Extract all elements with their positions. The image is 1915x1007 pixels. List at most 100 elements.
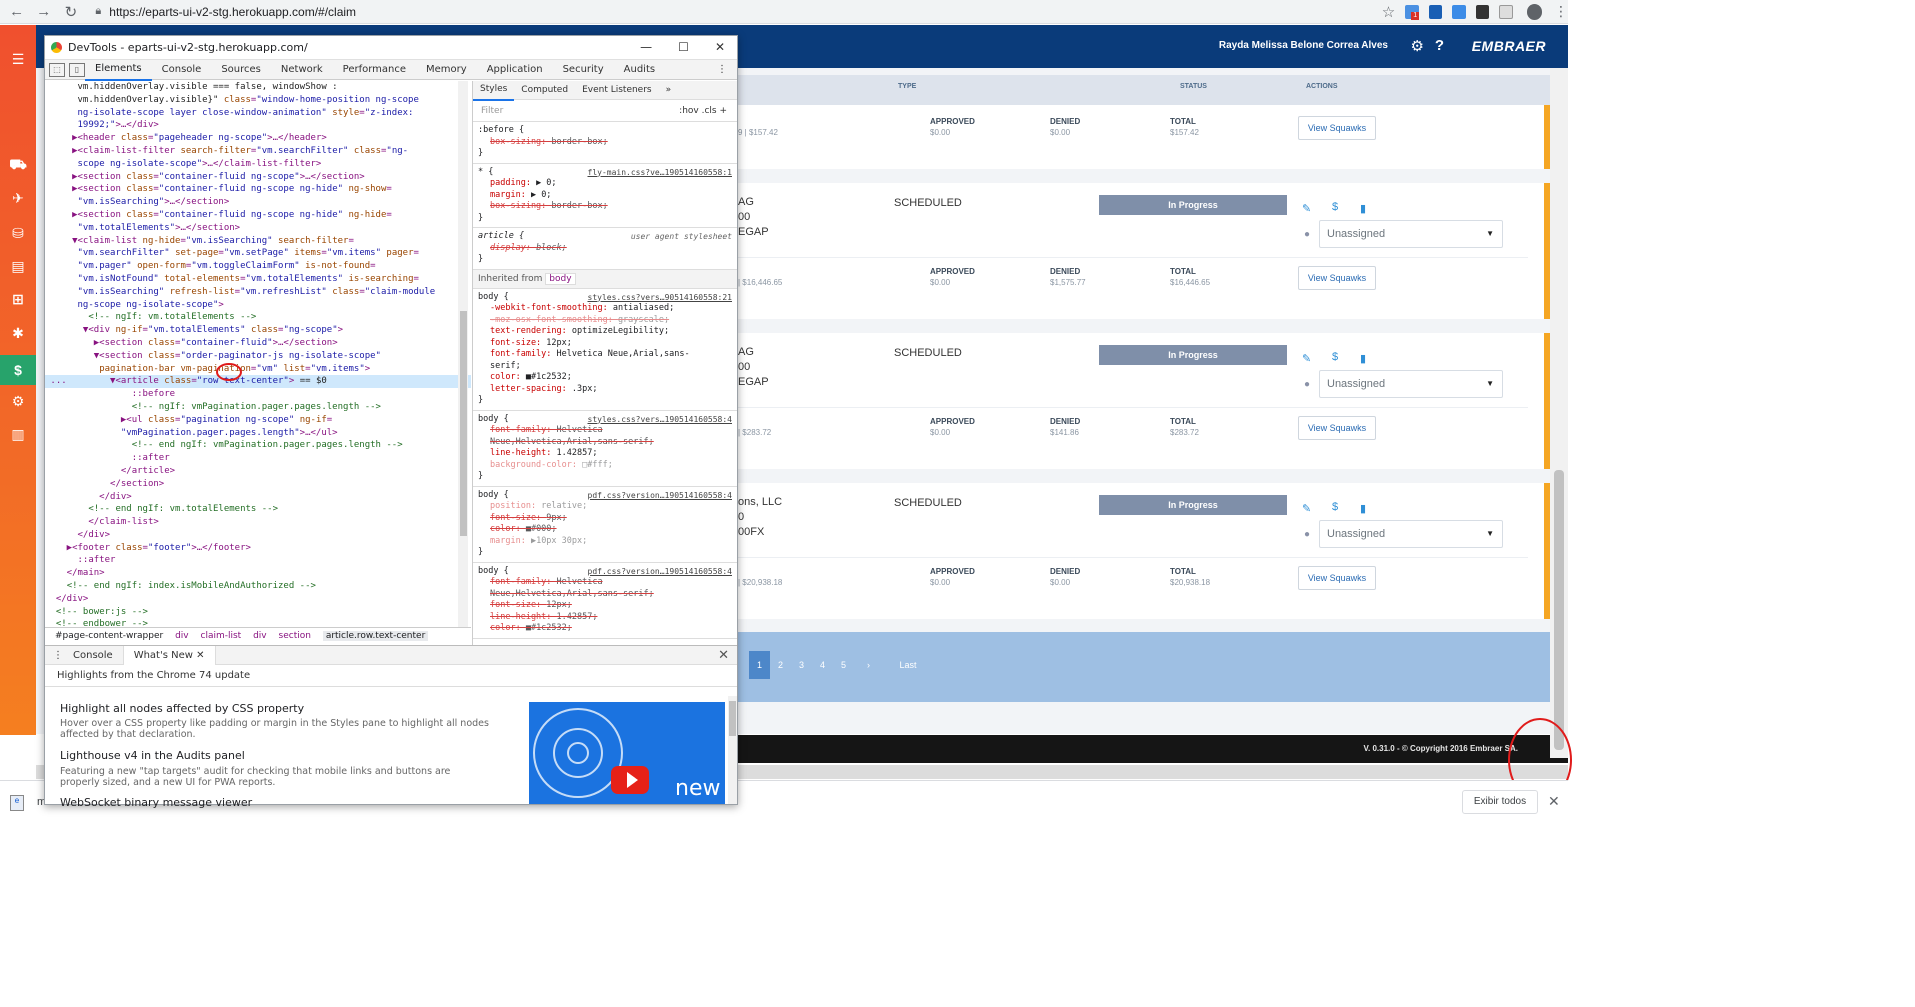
tab-sources[interactable]: Sources [211,60,271,80]
page-last-button[interactable]: Last [890,651,926,679]
view-squawks-button[interactable]: View Squawks [1298,116,1376,140]
css-source-link[interactable]: pdf.css?version…190514160558:4 [588,566,733,578]
breadcrumb[interactable]: div [175,631,189,641]
forward-arrow-icon[interactable]: → [33,1,54,23]
page-next-button[interactable]: › [858,651,879,679]
breadcrumb[interactable]: claim-list [201,631,242,641]
tab-event-listeners[interactable]: Event Listeners [575,81,659,100]
page-button-2[interactable]: 2 [770,651,791,679]
whats-new-item-title[interactable]: Highlight all nodes affected by CSS prop… [60,702,304,715]
extension-icon-5[interactable] [1499,4,1513,19]
page-button-1[interactable]: 1 [749,651,770,679]
view-squawks-button[interactable]: View Squawks [1298,266,1376,290]
css-source-link[interactable]: fly-main.css?ve…190514160558:1 [588,167,733,179]
css-source-link[interactable]: styles.css?vers…190514160558:4 [588,414,733,426]
whats-new-video-thumbnail[interactable]: new [529,702,725,804]
assignee-select[interactable]: Unassigned ▼ [1319,520,1503,548]
book-icon[interactable]: ▮ [1360,352,1366,365]
page-scroll-thumb[interactable] [1554,470,1564,750]
styles-filter-toggles[interactable]: :hov .cls + [679,106,727,116]
page-button-4[interactable]: 4 [812,651,833,679]
denied-label: DENIED [1050,417,1081,426]
elements-dom-tree[interactable]: vm.hiddenOverlay.visible === false, wind… [45,81,471,627]
file-icon[interactable]: e [10,795,24,811]
whats-new-item-title[interactable]: WebSocket binary message viewer [60,796,252,809]
tab-computed[interactable]: Computed [514,81,575,100]
device-toolbar-icon[interactable]: ▯ [69,62,85,77]
tab-console[interactable]: Console [152,60,212,80]
drawer-tab-console[interactable]: Console [63,646,123,665]
tab-elements[interactable]: Elements [85,59,152,81]
tab-styles[interactable]: Styles [473,81,515,101]
css-source-link[interactable]: styles.css?vers…90514160558:21 [588,292,733,304]
extension-icon[interactable]: 1 [1405,4,1420,20]
view-squawks-button[interactable]: View Squawks [1298,416,1376,440]
tab-memory[interactable]: Memory [416,60,477,80]
dollar-icon[interactable]: $ [1332,351,1338,363]
dom-scroll-thumb[interactable] [460,311,467,536]
selected-dom-node[interactable]: ... ▼<article class="row text-center"> =… [45,375,471,389]
close-tab-icon[interactable]: ✕ [196,650,204,661]
devtools-menu-icon[interactable]: ⋮ [717,64,727,75]
styles-filter[interactable]: Filter :hov .cls + [473,100,737,122]
briefcase-icon[interactable]: ⊞ [10,291,26,307]
tab-network[interactable]: Network [271,60,333,80]
show-all-button[interactable]: Exibir todos [1462,790,1538,814]
bookmark-star-icon[interactable]: ☆ [1382,3,1395,21]
settings-gear-icon[interactable]: ⚙ [1411,37,1424,55]
breadcrumb[interactable]: #page-content-wrapper [55,631,163,641]
page-button-3[interactable]: 3 [791,651,812,679]
airplane-icon[interactable]: ✈ [10,190,26,206]
minimize-icon[interactable]: — [640,40,652,54]
reload-icon[interactable]: ↻ [60,1,81,23]
ux-extension-icon[interactable] [1475,4,1490,19]
css-source-link[interactable]: pdf.css?version…190514160558:4 [588,490,733,502]
page-button-5[interactable]: 5 [833,651,854,679]
tab-more[interactable]: » [659,81,679,100]
whats-new-item-title[interactable]: Lighthouse v4 in the Audits panel [60,749,245,762]
tab-security[interactable]: Security [553,60,614,80]
bar-chart-icon[interactable]: ▥ [10,426,26,442]
cart-icon[interactable]: ⛁ [10,225,26,241]
tab-performance[interactable]: Performance [333,60,416,80]
breadcrumb[interactable]: article.row.text-center [322,631,429,641]
extension-icon-2[interactable] [1428,4,1443,19]
back-arrow-icon[interactable]: ← [6,1,27,23]
breadcrumb[interactable]: div [253,631,267,641]
drawer-scroll-thumb[interactable] [729,701,736,736]
drawer-menu-icon[interactable]: ⋮ [53,650,63,661]
book-icon[interactable]: ▮ [1360,502,1366,515]
user-name[interactable]: Rayda Melissa Belone Correa Alves [1219,40,1388,51]
close-icon[interactable]: ✕ [715,40,725,54]
view-squawks-button[interactable]: View Squawks [1298,566,1376,590]
edit-pencil-icon[interactable]: ✎ [1302,502,1311,515]
edit-pencil-icon[interactable]: ✎ [1302,352,1311,365]
breadcrumb[interactable]: section [279,631,311,641]
book-icon[interactable]: ▮ [1360,202,1366,215]
tab-application[interactable]: Application [477,60,553,80]
dollar-icon[interactable]: $ [10,362,26,378]
tab-audits[interactable]: Audits [614,60,665,80]
profile-avatar[interactable] [1526,3,1542,20]
hamburger-menu-icon[interactable]: ☰ [10,51,26,67]
document-icon[interactable]: ▤ [10,258,26,274]
translate-extension-icon[interactable] [1452,4,1466,19]
gears-icon[interactable]: ⚙ [10,393,26,409]
maximize-icon[interactable]: ☐ [678,40,689,54]
dollar-icon[interactable]: $ [1332,201,1338,213]
close-icon[interactable]: ✕ [1548,793,1560,810]
drawer-tab-whats-new[interactable]: What's New ✕ [122,645,216,665]
edit-pencil-icon[interactable]: ✎ [1302,202,1311,215]
styles-filter-input[interactable]: Filter [481,106,503,116]
help-icon[interactable]: ? [1435,37,1444,54]
inherited-tag[interactable]: body [545,272,576,285]
assignee-select[interactable]: Unassigned ▼ [1319,370,1503,398]
inspect-element-icon[interactable]: ⬚ [49,62,65,77]
assignee-select[interactable]: Unassigned ▼ [1319,220,1503,248]
close-drawer-icon[interactable]: ✕ [718,648,729,663]
truck-icon[interactable]: ⛟ [9,156,27,173]
puzzle-icon[interactable]: ✱ [10,325,26,341]
dollar-icon[interactable]: $ [1332,501,1338,513]
address-bar[interactable]: 🔒︎ https://eparts-ui-v2-stg.herokuapp.co… [95,2,1373,22]
browser-menu-icon[interactable]: ⋮ [1554,3,1568,20]
